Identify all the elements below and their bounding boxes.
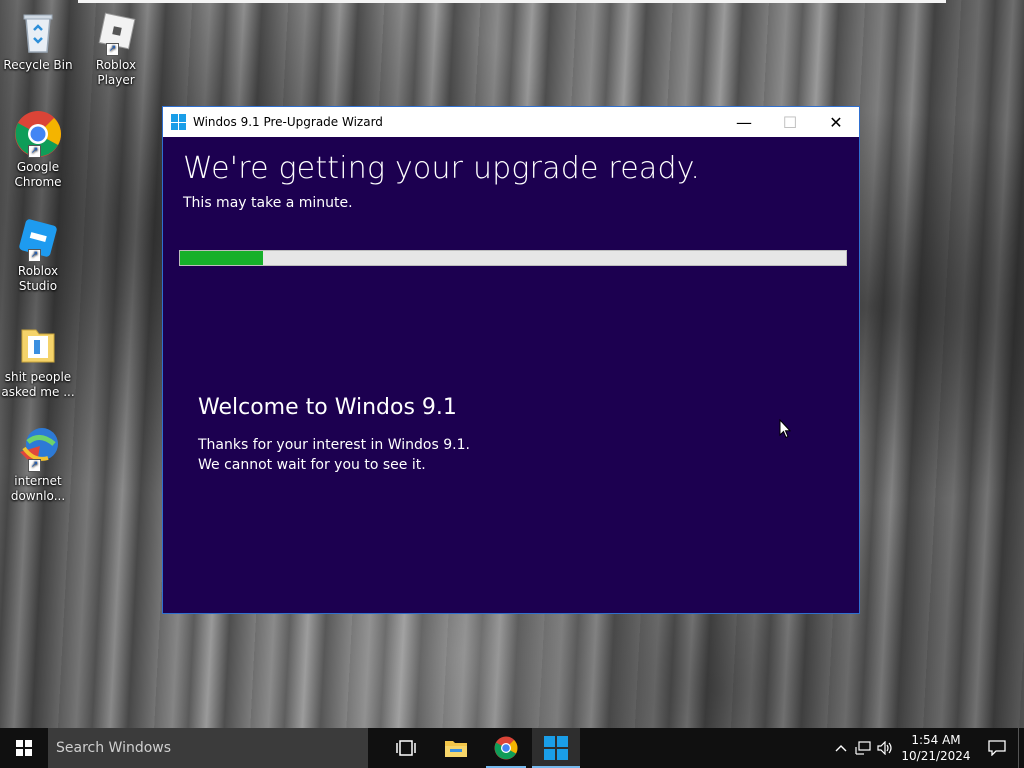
windows-logo-icon — [171, 114, 187, 130]
close-button[interactable]: ✕ — [813, 107, 859, 137]
chrome-icon — [494, 736, 518, 760]
desktop-icon-label: Roblox Player — [95, 58, 137, 87]
desktop-icon-label: internet downlo... — [10, 474, 66, 503]
desktop-icon-internet-download[interactable]: ↗ internet downlo... — [0, 424, 76, 504]
shortcut-arrow-icon: ↗ — [28, 249, 41, 262]
desktop-icon-google-chrome[interactable]: ↗ Google Chrome — [0, 110, 76, 190]
folder-icon — [14, 320, 62, 368]
top-edge-strip — [78, 0, 946, 3]
window-titlebar[interactable]: Windos 9.1 Pre-Upgrade Wizard — ☐ ✕ — [163, 107, 859, 137]
show-desktop-button[interactable] — [1018, 728, 1024, 768]
search-input[interactable]: Search Windows — [48, 728, 368, 768]
task-view-button[interactable] — [382, 728, 430, 768]
taskbar-upgrade-wizard[interactable] — [532, 728, 580, 768]
desktop-icon-roblox-studio[interactable]: ↗ Roblox Studio — [0, 214, 76, 294]
chevron-up-icon[interactable] — [830, 728, 852, 768]
page-subtitle: This may take a minute. — [183, 195, 353, 211]
taskbar-chrome[interactable] — [482, 728, 530, 768]
upgrade-progress-bar — [179, 250, 847, 266]
start-button[interactable] — [0, 728, 48, 768]
desktop-icon-label: Recycle Bin — [3, 58, 73, 72]
desktop-icon-label: Roblox Studio — [17, 264, 59, 293]
minimize-button[interactable]: — — [721, 107, 767, 137]
window-title: Windos 9.1 Pre-Upgrade Wizard — [193, 115, 383, 129]
taskbar: Search Windows 1:54 AM 10/21/2024 — [0, 728, 1024, 768]
upgrade-wizard-window: Windos 9.1 Pre-Upgrade Wizard — ☐ ✕ We'r… — [162, 106, 860, 614]
shortcut-arrow-icon: ↗ — [28, 145, 41, 158]
mouse-cursor-icon — [779, 419, 791, 439]
window-content: We're getting your upgrade ready. This m… — [163, 137, 859, 613]
network-icon[interactable] — [852, 728, 874, 768]
notification-center-button[interactable] — [976, 728, 1018, 768]
volume-icon[interactable] — [874, 728, 896, 768]
chrome-icon: ↗ — [14, 110, 62, 158]
system-clock[interactable]: 1:54 AM 10/21/2024 — [900, 732, 972, 764]
desktop-icon-label: Google Chrome — [14, 160, 62, 189]
roblox-player-icon: ↗ — [92, 8, 140, 56]
desktop-icon-roblox-player[interactable]: ↗ Roblox Player — [78, 8, 154, 88]
windows-logo-icon — [544, 736, 568, 760]
recycle-bin-icon — [14, 8, 62, 56]
taskbar-file-explorer[interactable] — [432, 728, 480, 768]
windows-start-icon — [16, 740, 32, 756]
desktop-icon-label: shit people asked me ... — [1, 370, 75, 399]
welcome-title: Welcome to Windos 9.1 — [198, 395, 457, 420]
notification-icon — [988, 740, 1006, 756]
desktop-icon-folder[interactable]: shit people asked me ... — [0, 320, 76, 400]
page-title: We're getting your upgrade ready. — [183, 151, 701, 186]
welcome-line-2: We cannot wait for you to see it. — [198, 457, 426, 473]
roblox-studio-icon: ↗ — [14, 214, 62, 262]
internet-download-manager-icon: ↗ — [14, 424, 62, 472]
desktop-icon-recycle-bin[interactable]: Recycle Bin — [0, 8, 76, 73]
clock-time: 1:54 AM — [911, 733, 961, 747]
system-tray: 1:54 AM 10/21/2024 — [830, 728, 1024, 768]
clock-date: 10/21/2024 — [901, 749, 971, 763]
file-explorer-icon — [445, 741, 467, 757]
shortcut-arrow-icon: ↗ — [28, 459, 41, 472]
shortcut-arrow-icon: ↗ — [106, 43, 119, 56]
task-view-icon — [396, 740, 416, 756]
progress-fill — [180, 251, 264, 265]
maximize-button[interactable]: ☐ — [767, 107, 813, 137]
welcome-line-1: Thanks for your interest in Windos 9.1. — [198, 437, 470, 453]
